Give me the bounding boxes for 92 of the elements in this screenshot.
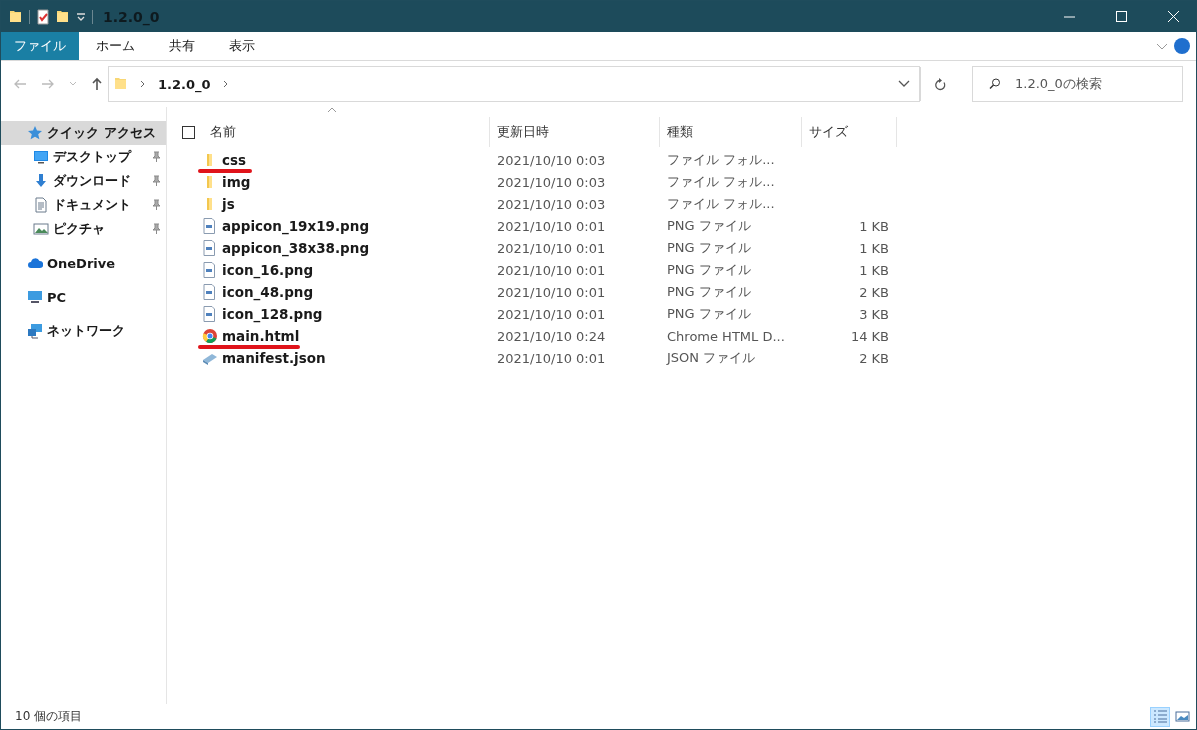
file-name[interactable]: appicon_38x38.png (222, 240, 370, 256)
table-cell-text: PNG ファイル (666, 283, 752, 301)
table-cell-text: 2021/10/10 0:01 (496, 240, 607, 256)
file-name[interactable]: icon_16.png (222, 262, 314, 278)
table-cell-text: PNG ファイル (666, 217, 752, 235)
computer-icon (27, 289, 43, 305)
ribbon-tab[interactable]: 共有 (152, 32, 212, 60)
address-field[interactable]: 1.2.0_0 (108, 66, 920, 102)
table-cell-text: ファイル フォル... (666, 195, 776, 213)
table-cell: 1 KB (859, 218, 889, 234)
folder-icon[interactable] (9, 8, 23, 25)
folder-icon (207, 154, 212, 166)
help-icon[interactable] (1174, 38, 1190, 54)
table-cell-text: PNG ファイル (666, 261, 752, 279)
file-name[interactable]: manifest.json (222, 350, 326, 366)
maximize-icon[interactable] (1113, 9, 1129, 24)
document-icon (33, 197, 49, 213)
search-field[interactable]: 1.2.0_0の検索 (972, 66, 1183, 102)
ribbon-tab[interactable]: ホーム (79, 32, 152, 60)
network-icon (27, 323, 43, 339)
column-header[interactable]: サイズ (809, 123, 848, 141)
file-name[interactable]: icon_128.png (222, 306, 323, 322)
sidebar-item[interactable]: ダウンロード (1, 169, 166, 193)
table-cell-text: Chrome HTML D... (666, 328, 786, 344)
caret-icon[interactable] (76, 10, 86, 23)
file-name[interactable]: main.html (222, 328, 300, 344)
table-cell-text: ファイル フォル... (666, 151, 776, 169)
table-cell-text: 2021/10/10 0:01 (496, 306, 607, 322)
table-cell-text: 2021/10/10 0:03 (496, 174, 607, 190)
file-name[interactable]: js (222, 196, 235, 212)
sidebar-item[interactable]: PC (1, 285, 166, 309)
table-cell-text: 2021/10/10 0:01 (496, 350, 607, 366)
search-placeholder: 1.2.0_0の検索 (1015, 75, 1102, 93)
column-header[interactable]: 名前 (210, 123, 236, 141)
column-header[interactable]: 種類 (667, 123, 693, 141)
image-file-icon (202, 240, 218, 256)
star-icon (27, 125, 43, 141)
image-file-icon (202, 306, 218, 322)
table-cell-text: 2021/10/10 0:01 (496, 262, 607, 278)
sidebar-item[interactable]: ピクチャ (1, 217, 166, 241)
new-folder-icon[interactable] (56, 8, 70, 25)
select-all-checkbox[interactable] (182, 125, 195, 139)
table-cell-text: 2021/10/10 0:01 (496, 284, 607, 300)
file-name[interactable]: css (222, 152, 247, 168)
download-arrow-icon (33, 173, 49, 189)
sidebar-item[interactable]: ネットワーク (1, 319, 166, 343)
table-cell-text: 2021/10/10 0:01 (496, 218, 607, 234)
image-file-icon (202, 218, 218, 234)
file-name[interactable]: img (222, 174, 251, 190)
checklist-icon[interactable] (36, 8, 50, 25)
table-cell-text: 2021/10/10 0:03 (496, 196, 607, 212)
folder-icon (207, 198, 212, 210)
table-cell-text: ファイル フォル... (666, 173, 776, 191)
image-file-icon (202, 284, 218, 300)
browser-icon (202, 328, 218, 344)
table-cell: 14 KB (850, 328, 889, 344)
table-cell: 3 KB (859, 306, 889, 322)
ribbon-tab[interactable]: 表示 (212, 32, 272, 60)
table-cell-text: PNG ファイル (666, 305, 752, 323)
image-file-icon (202, 262, 218, 278)
up-arrow-icon[interactable] (91, 77, 103, 91)
column-header[interactable]: 更新日時 (497, 123, 549, 141)
sort-up-icon (327, 107, 337, 113)
file-name[interactable]: appicon_19x19.png (222, 218, 370, 234)
close-icon[interactable] (1165, 9, 1181, 24)
table-cell-text: JSON ファイル (665, 349, 757, 367)
file-menu-button[interactable]: ファイル (1, 32, 79, 60)
window-title: 1.2.0_0 (103, 8, 160, 25)
table-cell-text: 2021/10/10 0:03 (496, 152, 607, 168)
chevron-right-icon (140, 80, 146, 88)
sidebar-item[interactable]: クイック アクセス (1, 121, 166, 145)
table-cell: 1 KB (859, 262, 889, 278)
chevron-down-icon[interactable] (898, 80, 910, 88)
desktop-icon (33, 149, 49, 165)
chevron-right-icon (222, 80, 229, 88)
folder-icon (207, 176, 212, 188)
table-cell-text: PNG ファイル (666, 239, 752, 257)
table-cell: 1 KB (859, 240, 889, 256)
file-name[interactable]: icon_48.png (222, 284, 314, 300)
table-cell-text: 2021/10/10 0:24 (496, 328, 607, 344)
folder-icon (114, 76, 128, 92)
sidebar-item[interactable]: デスクトップ (1, 145, 166, 169)
sidebar-item[interactable]: OneDrive (1, 251, 166, 275)
picture-icon (33, 221, 49, 237)
table-cell: 2 KB (859, 284, 889, 300)
path-segment[interactable]: 1.2.0_0 (158, 76, 211, 92)
sidebar-item[interactable]: ドキュメント (1, 193, 166, 217)
item-count: 10 個の項目 (15, 708, 83, 725)
table-cell: 2 KB (859, 350, 889, 366)
cloud-icon (27, 255, 43, 271)
refresh-icon[interactable] (933, 77, 947, 91)
search-icon (989, 78, 1001, 90)
